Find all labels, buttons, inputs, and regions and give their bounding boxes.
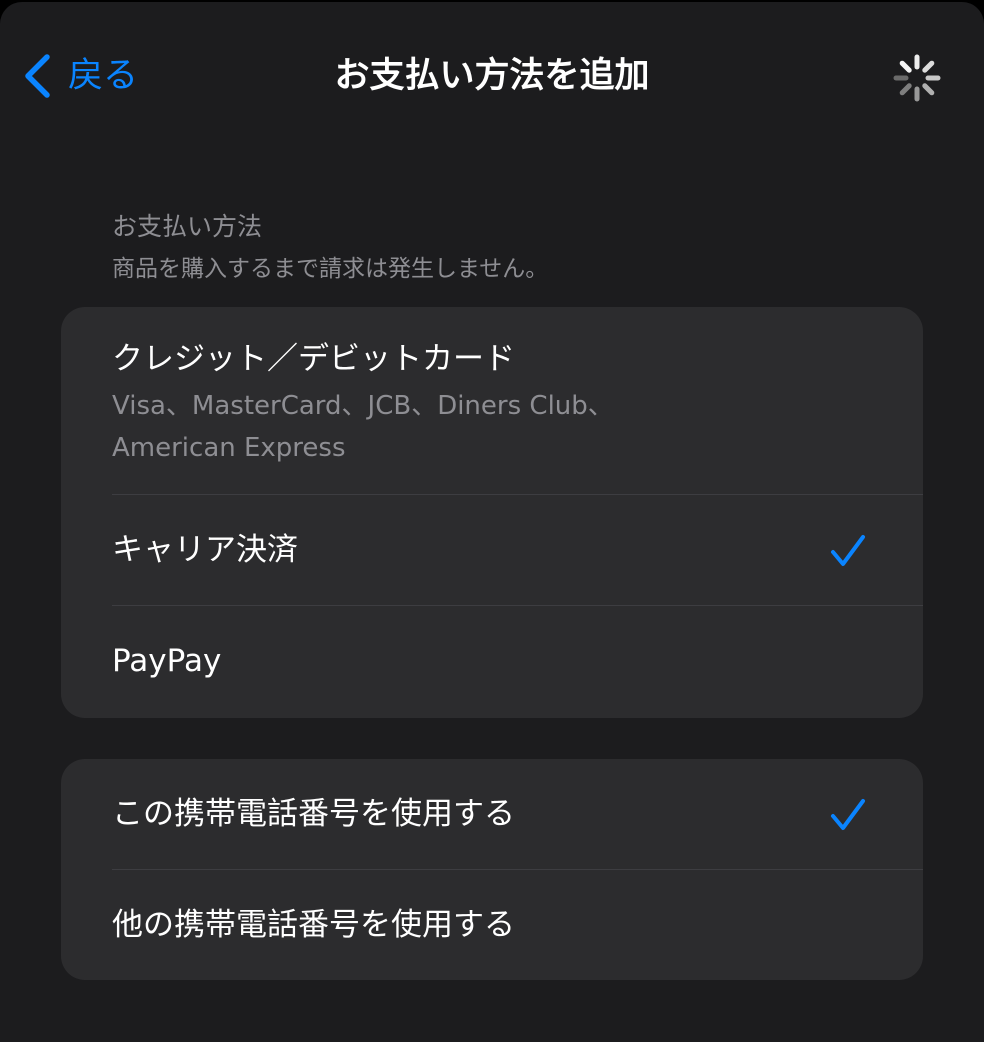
payment-option-label: キャリア決済 bbox=[112, 532, 298, 568]
payment-option-label: PayPay bbox=[112, 643, 222, 679]
checkmark-icon bbox=[831, 534, 865, 566]
section-header: お支払い方法 商品を購入するまで請求は発生しません。 bbox=[112, 208, 548, 288]
section-subtitle: 商品を購入するまで請求は発生しません。 bbox=[112, 256, 549, 282]
checkmark-icon bbox=[831, 798, 865, 830]
phone-option-label: この携帯電話番号を使用する bbox=[112, 796, 515, 832]
page-title: お支払い方法を追加 bbox=[334, 56, 650, 96]
payment-option-carrier-billing[interactable]: キャリア決済 bbox=[112, 495, 923, 606]
payment-method-list: クレジット／デビットカード Visa、MasterCard、JCB、Diners… bbox=[61, 307, 923, 718]
card-brands-line-1: Visa、MasterCard、JCB、Diners Club、 bbox=[112, 391, 614, 421]
phone-option-label: 他の携帯電話番号を使用する bbox=[112, 907, 515, 943]
payment-option-paypay[interactable]: PayPay bbox=[112, 606, 923, 717]
payment-option-detail: Visa、MasterCard、JCB、Diners Club、 America… bbox=[112, 385, 732, 469]
payment-option-credit-card[interactable]: クレジット／デビットカード Visa、MasterCard、JCB、Diners… bbox=[112, 307, 923, 495]
phone-number-list: この携帯電話番号を使用する 他の携帯電話番号を使用する bbox=[61, 759, 923, 980]
phone-option-other-number[interactable]: 他の携帯電話番号を使用する bbox=[112, 870, 923, 980]
payment-option-label: クレジット／デビットカード bbox=[112, 341, 515, 377]
section-title: お支払い方法 bbox=[112, 212, 263, 241]
payment-sheet: 戻る お支払い方法を追加 お支払い方法 商品を購入するまで請求は発生しません。 … bbox=[0, 2, 984, 1042]
phone-option-this-number[interactable]: この携帯電話番号を使用する bbox=[112, 759, 923, 870]
navigation-bar: 戻る お支払い方法を追加 bbox=[0, 2, 984, 146]
spinner-icon bbox=[893, 54, 941, 102]
card-brands-line-2: American Express bbox=[112, 433, 346, 463]
